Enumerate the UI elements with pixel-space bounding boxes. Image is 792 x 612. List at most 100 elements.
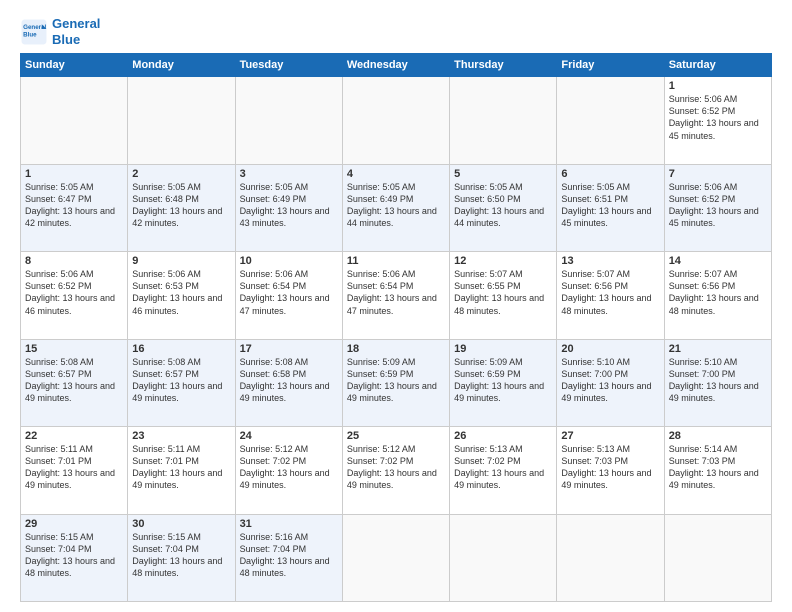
calendar-day-header: Monday bbox=[128, 54, 235, 77]
cell-content: Sunrise: 5:15 AMSunset: 7:04 PMDaylight:… bbox=[25, 532, 115, 578]
logo: General Blue GeneralBlue bbox=[20, 16, 100, 47]
day-number: 27 bbox=[561, 430, 659, 442]
calendar-cell bbox=[664, 514, 771, 601]
day-number: 22 bbox=[25, 430, 123, 442]
calendar-week-row: 22 Sunrise: 5:11 AMSunset: 7:01 PMDayligh… bbox=[21, 427, 772, 514]
cell-content: Sunrise: 5:13 AMSunset: 7:03 PMDaylight:… bbox=[561, 444, 651, 490]
day-number: 7 bbox=[669, 168, 767, 180]
calendar-cell bbox=[21, 77, 128, 164]
day-number: 12 bbox=[454, 255, 552, 267]
calendar-cell: 30 Sunrise: 5:15 AMSunset: 7:04 PMDayligh… bbox=[128, 514, 235, 601]
cell-content: Sunrise: 5:06 AMSunset: 6:54 PMDaylight:… bbox=[240, 269, 330, 315]
day-number: 28 bbox=[669, 430, 767, 442]
cell-content: Sunrise: 5:06 AMSunset: 6:52 PMDaylight:… bbox=[25, 269, 115, 315]
cell-content: Sunrise: 5:15 AMSunset: 7:04 PMDaylight:… bbox=[132, 532, 222, 578]
calendar-cell: 14Sunrise: 5:07 AMSunset: 6:56 PMDayligh… bbox=[664, 252, 771, 339]
day-number: 25 bbox=[347, 430, 445, 442]
calendar-week-row: 15 Sunrise: 5:08 AMSunset: 6:57 PMDayligh… bbox=[21, 339, 772, 426]
calendar-day-header: Saturday bbox=[664, 54, 771, 77]
calendar-cell: 28 Sunrise: 5:14 AMSunset: 7:03 PMDayligh… bbox=[664, 427, 771, 514]
day-number: 18 bbox=[347, 343, 445, 355]
cell-content: Sunrise: 5:10 AMSunset: 7:00 PMDaylight:… bbox=[669, 357, 759, 403]
header: General Blue GeneralBlue bbox=[20, 16, 772, 47]
calendar-week-row: 8 Sunrise: 5:06 AMSunset: 6:52 PMDaylight… bbox=[21, 252, 772, 339]
calendar-cell: 11Sunrise: 5:06 AMSunset: 6:54 PMDayligh… bbox=[342, 252, 449, 339]
cell-content: Sunrise: 5:08 AMSunset: 6:57 PMDaylight:… bbox=[25, 357, 115, 403]
calendar-day-header: Thursday bbox=[450, 54, 557, 77]
cell-content: Sunrise: 5:07 AMSunset: 6:56 PMDaylight:… bbox=[561, 269, 651, 315]
day-number: 16 bbox=[132, 343, 230, 355]
day-number: 29 bbox=[25, 518, 123, 530]
calendar-cell: 4Sunrise: 5:05 AMSunset: 6:49 PMDaylight… bbox=[342, 164, 449, 251]
day-number: 26 bbox=[454, 430, 552, 442]
calendar-cell: 15 Sunrise: 5:08 AMSunset: 6:57 PMDayligh… bbox=[21, 339, 128, 426]
day-number: 13 bbox=[561, 255, 659, 267]
cell-content: Sunrise: 5:05 AMSunset: 6:49 PMDaylight:… bbox=[240, 182, 330, 228]
cell-content: Sunrise: 5:06 AMSunset: 6:52 PMDaylight:… bbox=[669, 182, 759, 228]
calendar-cell: 19Sunrise: 5:09 AMSunset: 6:59 PMDayligh… bbox=[450, 339, 557, 426]
day-number: 15 bbox=[25, 343, 123, 355]
cell-content: Sunrise: 5:11 AMSunset: 7:01 PMDaylight:… bbox=[25, 444, 115, 490]
calendar-cell bbox=[128, 77, 235, 164]
calendar-cell: 25 Sunrise: 5:12 AMSunset: 7:02 PMDayligh… bbox=[342, 427, 449, 514]
calendar-cell: 27 Sunrise: 5:13 AMSunset: 7:03 PMDayligh… bbox=[557, 427, 664, 514]
calendar-cell: 18 Sunrise: 5:09 AMSunset: 6:59 PMDayligh… bbox=[342, 339, 449, 426]
day-number: 9 bbox=[132, 255, 230, 267]
day-number: 1 bbox=[669, 80, 767, 92]
calendar-cell bbox=[557, 514, 664, 601]
day-number: 21 bbox=[669, 343, 767, 355]
calendar-day-header: Friday bbox=[557, 54, 664, 77]
day-number: 11 bbox=[347, 255, 445, 267]
cell-content: Sunrise: 5:08 AMSunset: 6:58 PMDaylight:… bbox=[240, 357, 330, 403]
cell-content: Sunrise: 5:12 AMSunset: 7:02 PMDaylight:… bbox=[347, 444, 437, 490]
calendar-cell: 7 Sunrise: 5:06 AMSunset: 6:52 PMDaylight… bbox=[664, 164, 771, 251]
calendar-cell bbox=[342, 77, 449, 164]
calendar-cell: 6 Sunrise: 5:05 AMSunset: 6:51 PMDaylight… bbox=[557, 164, 664, 251]
calendar-cell: 20Sunrise: 5:10 AMSunset: 7:00 PMDayligh… bbox=[557, 339, 664, 426]
calendar-cell: 5Sunrise: 5:05 AMSunset: 6:50 PMDaylight… bbox=[450, 164, 557, 251]
calendar-cell: 2Sunrise: 5:05 AMSunset: 6:48 PMDaylight… bbox=[128, 164, 235, 251]
day-number: 3 bbox=[240, 168, 338, 180]
cell-content: Sunrise: 5:05 AMSunset: 6:48 PMDaylight:… bbox=[132, 182, 222, 228]
svg-text:Blue: Blue bbox=[23, 31, 37, 38]
day-number: 10 bbox=[240, 255, 338, 267]
cell-content: Sunrise: 5:05 AMSunset: 6:51 PMDaylight:… bbox=[561, 182, 651, 228]
cell-content: Sunrise: 5:06 AMSunset: 6:53 PMDaylight:… bbox=[132, 269, 222, 315]
day-number: 14 bbox=[669, 255, 767, 267]
cell-content: Sunrise: 5:13 AMSunset: 7:02 PMDaylight:… bbox=[454, 444, 544, 490]
calendar-header-row: SundayMondayTuesdayWednesdayThursdayFrid… bbox=[21, 54, 772, 77]
day-number: 23 bbox=[132, 430, 230, 442]
cell-content: Sunrise: 5:11 AMSunset: 7:01 PMDaylight:… bbox=[132, 444, 222, 490]
cell-content: Sunrise: 5:09 AMSunset: 6:59 PMDaylight:… bbox=[347, 357, 437, 403]
calendar-cell: 31Sunrise: 5:16 AMSunset: 7:04 PMDayligh… bbox=[235, 514, 342, 601]
calendar-week-row: 1Sunrise: 5:05 AMSunset: 6:47 PMDaylight… bbox=[21, 164, 772, 251]
calendar-cell bbox=[342, 514, 449, 601]
calendar-cell bbox=[235, 77, 342, 164]
calendar-cell: 21 Sunrise: 5:10 AMSunset: 7:00 PMDayligh… bbox=[664, 339, 771, 426]
calendar-cell: 9 Sunrise: 5:06 AMSunset: 6:53 PMDaylight… bbox=[128, 252, 235, 339]
cell-content: Sunrise: 5:12 AMSunset: 7:02 PMDaylight:… bbox=[240, 444, 330, 490]
calendar-day-header: Tuesday bbox=[235, 54, 342, 77]
cell-content: Sunrise: 5:16 AMSunset: 7:04 PMDaylight:… bbox=[240, 532, 330, 578]
calendar-cell: 13 Sunrise: 5:07 AMSunset: 6:56 PMDayligh… bbox=[557, 252, 664, 339]
calendar-week-row: 1Sunrise: 5:06 AMSunset: 6:52 PMDaylight… bbox=[21, 77, 772, 164]
day-number: 6 bbox=[561, 168, 659, 180]
day-number: 30 bbox=[132, 518, 230, 530]
cell-content: Sunrise: 5:05 AMSunset: 6:49 PMDaylight:… bbox=[347, 182, 437, 228]
calendar-day-header: Sunday bbox=[21, 54, 128, 77]
cell-content: Sunrise: 5:05 AMSunset: 6:47 PMDaylight:… bbox=[25, 182, 115, 228]
day-number: 8 bbox=[25, 255, 123, 267]
page: General Blue GeneralBlue SundayMondayTue… bbox=[0, 0, 792, 612]
cell-content: Sunrise: 5:14 AMSunset: 7:03 PMDaylight:… bbox=[669, 444, 759, 490]
day-number: 24 bbox=[240, 430, 338, 442]
day-number: 17 bbox=[240, 343, 338, 355]
logo-text: GeneralBlue bbox=[52, 16, 100, 47]
calendar-cell: 23 Sunrise: 5:11 AMSunset: 7:01 PMDayligh… bbox=[128, 427, 235, 514]
calendar-cell: 12Sunrise: 5:07 AMSunset: 6:55 PMDayligh… bbox=[450, 252, 557, 339]
cell-content: Sunrise: 5:08 AMSunset: 6:57 PMDaylight:… bbox=[132, 357, 222, 403]
calendar-cell: 3 Sunrise: 5:05 AMSunset: 6:49 PMDaylight… bbox=[235, 164, 342, 251]
calendar-cell: 1Sunrise: 5:05 AMSunset: 6:47 PMDaylight… bbox=[21, 164, 128, 251]
calendar-cell: 16 Sunrise: 5:08 AMSunset: 6:57 PMDayligh… bbox=[128, 339, 235, 426]
calendar-cell: 8 Sunrise: 5:06 AMSunset: 6:52 PMDaylight… bbox=[21, 252, 128, 339]
logo-icon: General Blue bbox=[20, 18, 48, 46]
